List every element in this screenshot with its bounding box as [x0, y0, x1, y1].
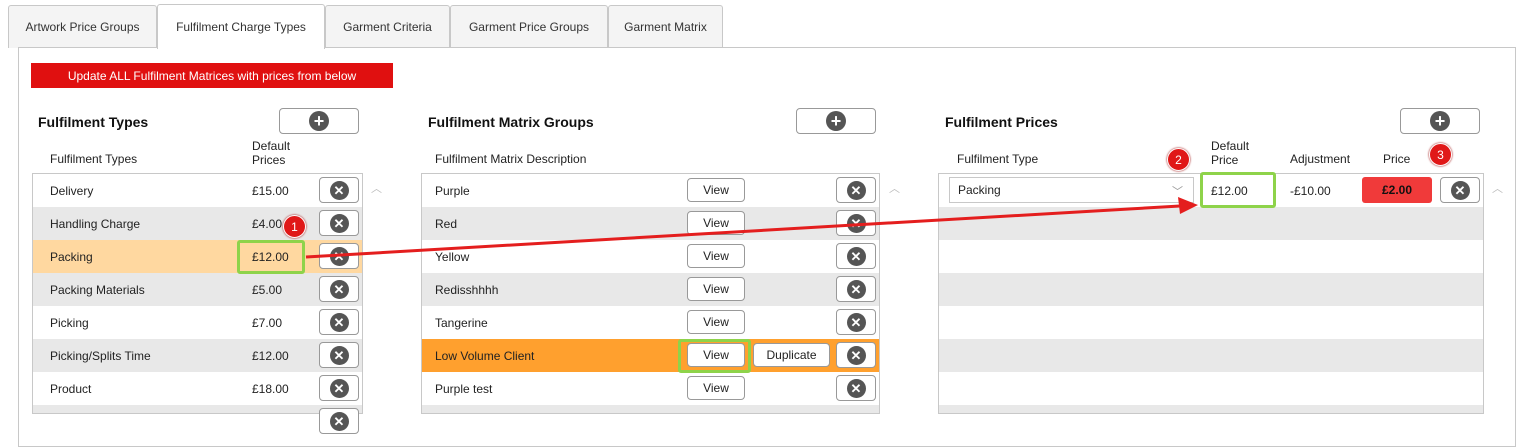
tab-fulfilment-charge-types[interactable]: Fulfilment Charge Types: [157, 4, 325, 49]
annotation-arrow: [305, 197, 1198, 259]
close-icon: ✕: [329, 411, 349, 431]
arrow-line: [305, 204, 1181, 259]
arrow-head: [1178, 197, 1198, 214]
